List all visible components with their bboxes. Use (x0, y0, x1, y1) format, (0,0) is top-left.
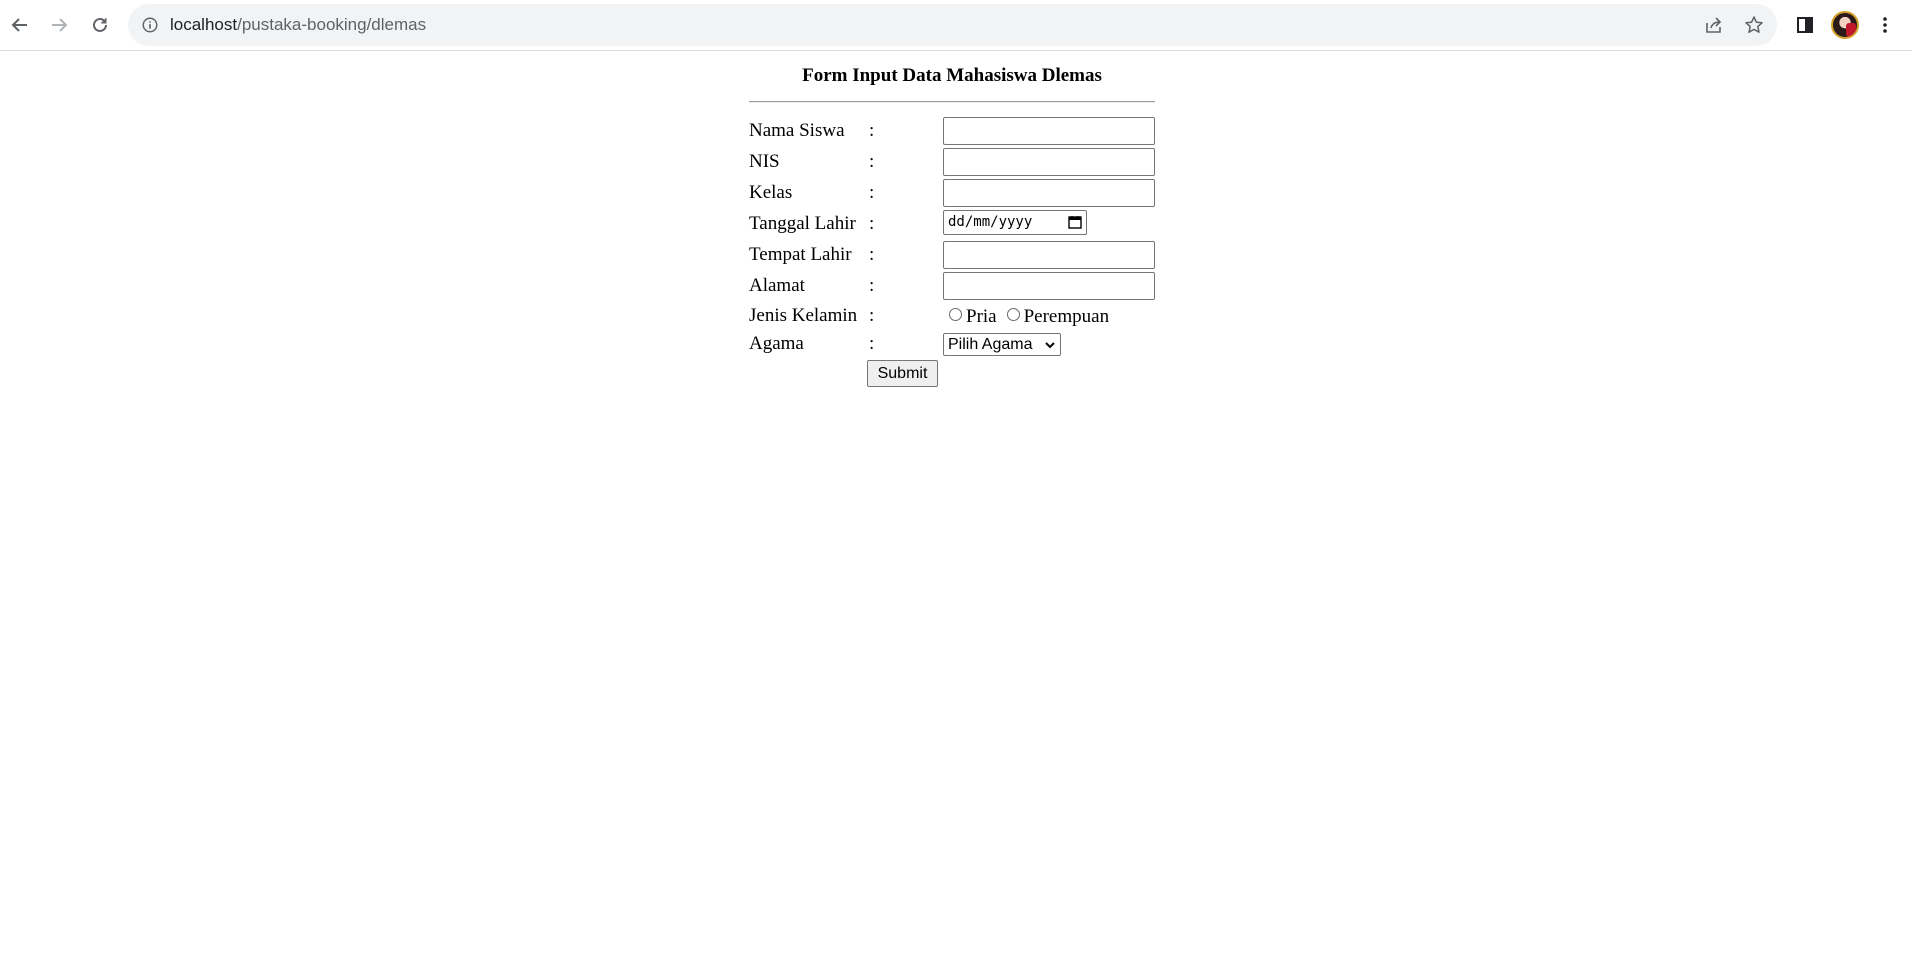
radio-perempuan[interactable] (1006, 308, 1020, 321)
url-text[interactable]: localhost/pustaka-booking/dlemas (170, 4, 426, 46)
tanggal-lahir-date-input[interactable]: dd/mm/yyyy (943, 210, 1087, 235)
colon: : (869, 275, 875, 296)
menu-button[interactable] (1870, 10, 1900, 40)
tempat-lahir-input[interactable] (943, 241, 1155, 269)
bookmark-star-icon[interactable] (1744, 15, 1764, 35)
colon: : (869, 120, 875, 141)
alamat-input[interactable] (943, 272, 1155, 300)
arrow-left-icon (11, 18, 27, 32)
radio-label-pria[interactable]: Pria (966, 306, 997, 327)
row-alamat: Alamat : (749, 272, 1155, 300)
colon: : (869, 151, 875, 172)
row-kelas: Kelas : (749, 179, 1155, 207)
row-jenis-kelamin: Jenis Kelamin : Pria Perempuan (749, 302, 1155, 330)
colon: : (869, 182, 875, 203)
row-nis: NIS : (749, 148, 1155, 176)
jenis-kelamin-radio-group: Pria Perempuan (943, 306, 1113, 328)
site-info-icon[interactable] (140, 15, 160, 35)
label-jenis-kelamin: Jenis Kelamin (749, 305, 858, 326)
colon: : (869, 213, 875, 234)
side-panel-button[interactable] (1790, 10, 1820, 40)
address-bar[interactable]: localhost/pustaka-booking/dlemas (128, 4, 1777, 46)
kelas-input[interactable] (943, 179, 1155, 207)
more-vert-icon (1883, 17, 1887, 33)
radio-pria[interactable] (949, 308, 962, 321)
calendar-icon[interactable] (1068, 215, 1082, 229)
label-nama-siswa: Nama Siswa (749, 120, 845, 141)
row-nama-siswa: Nama Siswa : (749, 117, 1155, 145)
label-tanggal-lahir: Tanggal Lahir (749, 213, 856, 234)
profile-avatar[interactable] (1831, 11, 1859, 39)
submit-button[interactable]: Submit (867, 360, 938, 387)
reload-icon (93, 17, 107, 32)
form-title: Form Input Data Mahasiswa Dlemas (802, 65, 1102, 86)
browser-toolbar: localhost/pustaka-booking/dlemas (0, 0, 1912, 51)
row-tempat-lahir: Tempat Lahir : (749, 241, 1155, 269)
row-tanggal-lahir: Tanggal Lahir : dd/mm/yyyy (749, 210, 1155, 238)
url-host: localhost (170, 15, 238, 34)
forward-button[interactable] (44, 10, 74, 40)
colon: : (869, 305, 875, 326)
agama-select[interactable]: Pilih Agama (943, 333, 1061, 356)
agama-selected-value: Pilih Agama (948, 336, 1033, 353)
label-tempat-lahir: Tempat Lahir (749, 244, 852, 265)
row-agama: Agama : Pilih Agama (749, 333, 1155, 361)
title-divider (749, 101, 1155, 103)
label-kelas: Kelas (749, 182, 793, 203)
back-button[interactable] (5, 10, 35, 40)
nama-siswa-input[interactable] (943, 117, 1155, 145)
colon: : (869, 244, 875, 265)
url-path: /pustaka-booking/dlemas (237, 15, 427, 34)
label-alamat: Alamat (749, 275, 805, 296)
date-placeholder: dd/mm/yyyy (948, 214, 1033, 230)
label-nis: NIS (749, 151, 780, 172)
nis-input[interactable] (943, 148, 1155, 176)
label-agama: Agama (749, 333, 804, 354)
reload-button[interactable] (85, 10, 115, 40)
share-icon[interactable] (1704, 15, 1724, 35)
arrow-right-icon (52, 18, 68, 32)
colon: : (869, 333, 875, 354)
chevron-down-icon (1045, 342, 1055, 349)
radio-label-perempuan[interactable]: Perempuan (1024, 306, 1109, 327)
side-panel-icon (1797, 17, 1813, 33)
